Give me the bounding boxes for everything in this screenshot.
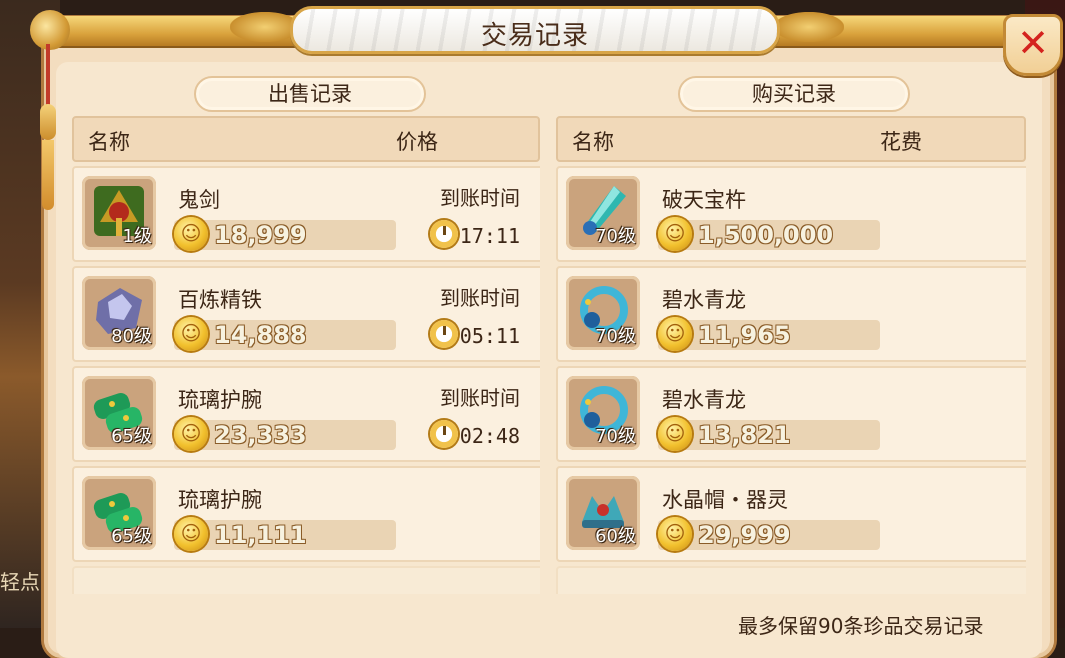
sell-record-row[interactable]: 1级 鬼剑 18,999 到账时间 17:11	[72, 166, 540, 262]
close-button[interactable]: ✕	[1003, 14, 1063, 76]
footer-note: 最多保留90条珍品交易记录	[738, 614, 984, 638]
arrive-time-label: 到账时间	[440, 186, 520, 210]
azure-dragon-ring-icon: 70级	[566, 376, 640, 450]
gold-coin-icon	[174, 417, 208, 451]
price-value: 13,821	[698, 421, 791, 449]
crystal-hat-icon: 60级	[566, 476, 640, 550]
gold-coin-icon	[658, 217, 692, 251]
buy-record-row[interactable]: 70级 碧水青龙 11,965	[556, 266, 1026, 362]
price-bar: 29,999	[658, 517, 880, 551]
sell-record-row[interactable]: 65级 琉璃护腕 23,333 到账时间 02:48	[72, 366, 540, 462]
glazed-bracer-icon: 65级	[82, 376, 156, 450]
item-name: 水晶帽・器灵	[662, 488, 788, 512]
item-name: 鬼剑	[178, 188, 220, 212]
item-name: 碧水青龙	[662, 388, 746, 412]
gold-coin-icon	[658, 517, 692, 551]
price-bar: 23,333	[174, 417, 396, 451]
sell-col-price: 价格	[396, 130, 438, 154]
price-value: 11,965	[698, 321, 791, 349]
window-title: 交易记录	[480, 21, 589, 51]
buy-records-header: 购买记录	[678, 76, 910, 112]
price-bar: 1,500,000	[658, 217, 880, 251]
item-name: 碧水青龙	[662, 288, 746, 312]
arrive-time-label: 到账时间	[440, 286, 520, 310]
gold-coin-icon	[174, 317, 208, 351]
sell-records-header: 出售记录	[194, 76, 426, 112]
price-bar: 14,888	[174, 317, 396, 351]
clock-icon	[430, 420, 458, 448]
price-value: 29,999	[698, 521, 791, 549]
arrive-time-value: 05:11	[459, 324, 520, 348]
azure-dragon-ring-icon: 70级	[566, 276, 640, 350]
item-name: 百炼精铁	[178, 288, 262, 312]
tassel-ornament	[40, 44, 56, 210]
glazed-bracer-icon: 65级	[82, 476, 156, 550]
crystal-pestle-icon: 70级	[566, 176, 640, 250]
ghost-sword-icon: 1级	[82, 176, 156, 250]
buy-record-row[interactable]: 60级 水晶帽・器灵 29,999	[556, 466, 1026, 562]
gold-coin-icon	[174, 217, 208, 251]
gold-coin-icon	[658, 417, 692, 451]
price-bar: 18,999	[174, 217, 396, 251]
buy-col-name: 名称	[572, 130, 614, 154]
buy-column-header: 名称 花费	[556, 116, 1026, 162]
clock-icon	[430, 220, 458, 248]
clock-icon	[430, 320, 458, 348]
price-value: 11,111	[214, 521, 307, 549]
price-bar: 11,111	[174, 517, 396, 551]
buy-record-row[interactable]: 70级 碧水青龙 13,821	[556, 366, 1026, 462]
title-banner: 交易记录	[290, 6, 780, 54]
buy-col-cost: 花费	[880, 130, 922, 154]
gold-coin-icon	[658, 317, 692, 351]
sell-record-row[interactable]: 65级 琉璃护腕 11,111	[72, 466, 540, 562]
sell-record-row[interactable]: 80级 百炼精铁 14,888 到账时间 05:11	[72, 266, 540, 362]
price-bar: 11,965	[658, 317, 880, 351]
sell-record-row-partial[interactable]	[72, 566, 540, 594]
sell-col-name: 名称	[88, 130, 130, 154]
item-name: 琉璃护腕	[178, 488, 262, 512]
sell-column-header: 名称 价格	[72, 116, 540, 162]
background-hint-text: 轻点	[0, 570, 40, 594]
buy-record-row-partial[interactable]	[556, 566, 1026, 594]
buy-record-row[interactable]: 70级 破天宝杵 1,500,000	[556, 166, 1026, 262]
price-value: 18,999	[214, 221, 307, 249]
price-value: 14,888	[214, 321, 307, 349]
sell-records-list[interactable]: 1级 鬼剑 18,999 到账时间 17:11 80级 百炼精铁 14,888 …	[72, 164, 540, 594]
item-name: 破天宝杵	[662, 188, 746, 212]
close-icon: ✕	[1017, 21, 1049, 65]
gold-coin-icon	[174, 517, 208, 551]
arrive-time-value: 17:11	[459, 224, 520, 248]
title-ornament-right	[774, 12, 844, 42]
price-value: 1,500,000	[698, 221, 834, 249]
price-value: 23,333	[214, 421, 307, 449]
price-bar: 13,821	[658, 417, 880, 451]
arrive-time-label: 到账时间	[440, 386, 520, 410]
arrive-time-value: 02:48	[459, 424, 520, 448]
refined-iron-icon: 80级	[82, 276, 156, 350]
item-name: 琉璃护腕	[178, 388, 262, 412]
buy-records-list[interactable]: 70级 破天宝杵 1,500,000 70级 碧水青龙 11,965 70级 碧…	[556, 164, 1026, 594]
